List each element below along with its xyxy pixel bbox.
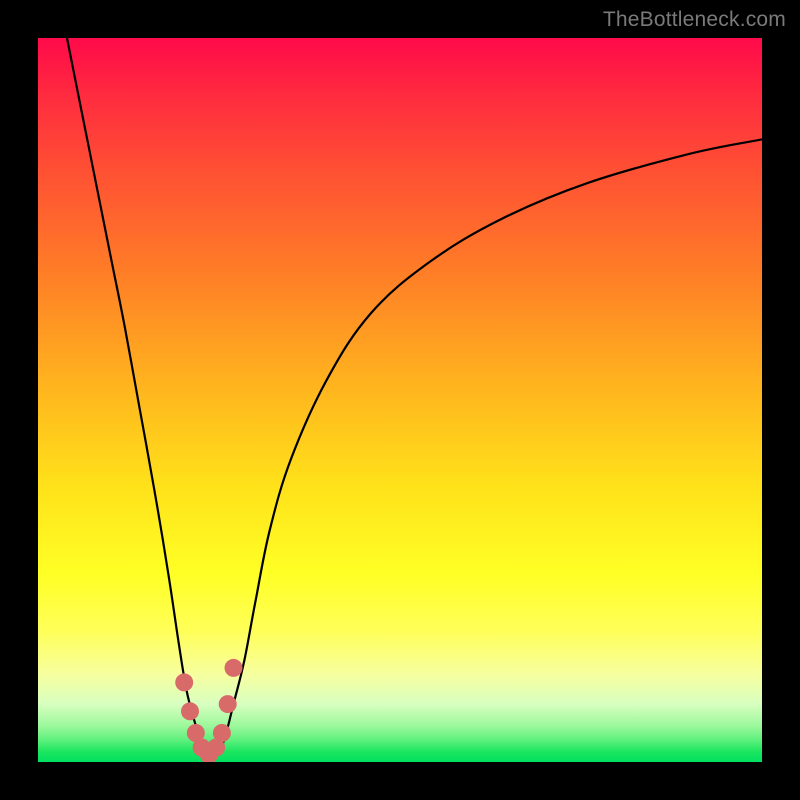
marker-dot — [219, 695, 237, 713]
highlight-markers — [175, 659, 242, 762]
marker-dot — [225, 659, 243, 677]
marker-dot — [213, 724, 231, 742]
curve-layer — [38, 38, 762, 762]
curve-right-branch — [219, 139, 762, 754]
plot-area — [38, 38, 762, 762]
curve-left-branch — [67, 38, 208, 755]
marker-dot — [181, 702, 199, 720]
bottleneck-curve — [67, 38, 762, 755]
watermark-text: TheBottleneck.com — [603, 8, 786, 32]
chart-frame: TheBottleneck.com — [0, 0, 800, 800]
marker-dot — [175, 673, 193, 691]
